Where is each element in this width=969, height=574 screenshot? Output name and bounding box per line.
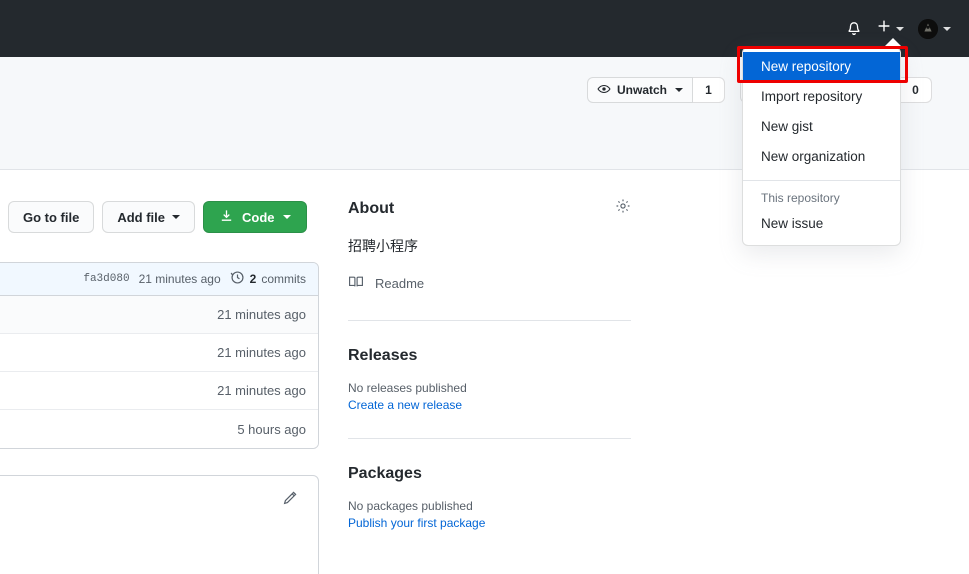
chevron-down-icon [943,26,951,31]
go-to-file-button[interactable]: Go to file [8,201,95,233]
plus-icon [876,18,892,39]
table-row[interactable]: 21 minutes ago [0,334,318,372]
bell-icon [846,21,862,37]
unwatch-label: Unwatch [617,83,668,97]
chevron-down-icon [675,88,684,92]
gear-icon[interactable] [615,198,631,219]
menu-pointer-arrow [884,38,902,47]
file-time: 5 hours ago [237,421,306,437]
releases-section: Releases No releases published Create a … [348,347,631,412]
packages-title: Packages [348,465,422,482]
readme-label: Readme [375,276,425,291]
packages-section: Packages No packages published Publish y… [348,465,631,530]
publish-package-link[interactable]: Publish your first package [348,516,631,530]
go-to-file-label: Go to file [23,209,80,225]
create-new-menu: New repository Import repository New gis… [742,47,901,246]
about-title: About [348,199,395,217]
add-file-label: Add file [117,209,166,225]
commits-label: commits [261,272,306,286]
commit-time: 21 minutes ago [138,272,221,286]
code-button[interactable]: Code [203,201,307,233]
menu-item-new-gist[interactable]: New gist [743,112,900,142]
watch-count[interactable]: 1 [693,77,726,103]
code-toolbar: Go to file Add file Code [8,201,307,233]
repository-action-buttons: Unwatch 1 [587,77,733,103]
menu-section-label: This repository [761,191,840,205]
download-icon [219,208,234,226]
menu-item-new-issue[interactable]: New issue [743,209,900,239]
about-description: 招聘小程序 [348,238,418,254]
chevron-down-icon [896,26,904,31]
menu-item-new-repository[interactable]: New repository [743,52,900,82]
menu-item-import-repository[interactable]: Import repository [743,82,900,112]
commit-history-link[interactable]: 2 commits [230,270,306,288]
github-repository-page: Unwatch 1 0 Go to file Add file Code fa3… [0,0,969,574]
sidebar-divider [348,438,631,439]
watch-button-group: Unwatch 1 [587,77,726,103]
menu-divider [743,180,900,181]
table-row[interactable]: 21 minutes ago [0,372,318,410]
file-time: 21 minutes ago [217,383,306,398]
readme-panel [0,475,319,574]
fork-count[interactable]: 0 [900,77,932,103]
packages-empty-text: No packages published [348,499,473,513]
commit-count-value: 2 [249,272,257,286]
commit-sha[interactable]: fa3d080 [83,273,129,285]
readme-link[interactable]: Readme [348,274,631,293]
repository-sidebar: About 招聘小程序 Readme Releases No releases … [348,198,631,530]
avatar [918,18,938,39]
add-file-button[interactable]: Add file [102,201,196,233]
table-row[interactable]: 21 minutes ago [0,296,318,334]
history-icon [230,270,245,288]
sidebar-divider [348,320,631,321]
menu-item-new-organization[interactable]: New organization [743,142,900,172]
releases-empty-text: No releases published [348,381,467,395]
code-label: Code [242,209,275,225]
releases-title: Releases [348,347,418,364]
unwatch-button[interactable]: Unwatch [587,77,694,103]
file-time: 21 minutes ago [217,345,306,360]
book-icon [348,274,364,293]
latest-commit-bar: fa3d080 21 minutes ago 2 commits [0,263,318,296]
table-row[interactable]: 5 hours ago [0,410,318,448]
user-menu-button[interactable] [910,0,959,57]
eye-icon [597,82,611,99]
chevron-down-icon [282,215,291,219]
chevron-down-icon [172,215,181,219]
file-time: 21 minutes ago [217,307,306,322]
pencil-icon[interactable] [282,490,298,511]
about-header: About [348,198,631,219]
create-release-link[interactable]: Create a new release [348,398,631,412]
file-list-panel: fa3d080 21 minutes ago 2 commits 21 minu… [0,262,319,449]
